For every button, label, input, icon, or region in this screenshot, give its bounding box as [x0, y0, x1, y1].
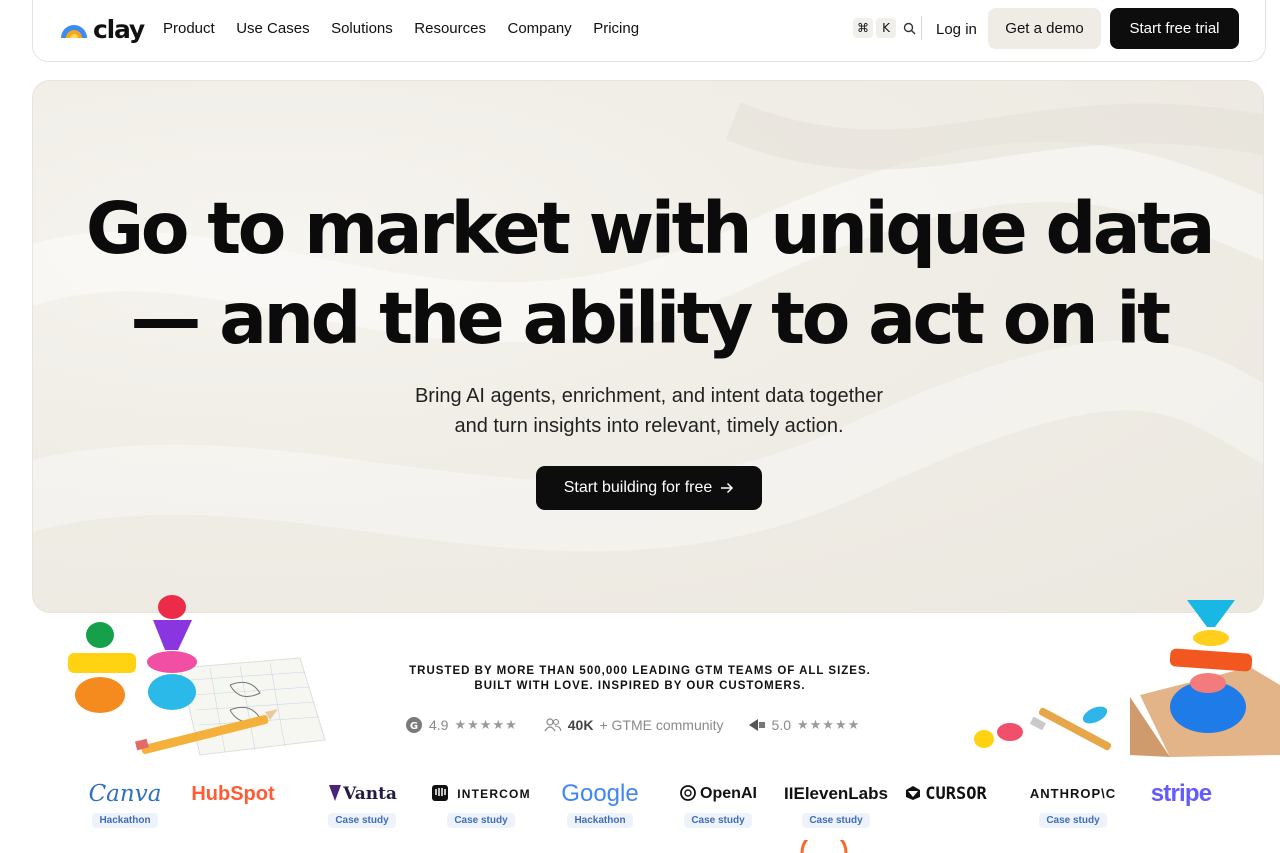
openai-icon: [680, 785, 696, 801]
brand-hubspot[interactable]: HubSpot: [183, 778, 283, 810]
search-shortcut[interactable]: ⌘ K: [853, 18, 919, 38]
orange-circle-decoration: [800, 840, 848, 853]
anthropic-badge: Case study: [1039, 813, 1107, 828]
capterra-icon: [748, 719, 765, 731]
openai-badge: Case study: [684, 813, 752, 828]
nav-pricing[interactable]: Pricing: [593, 20, 639, 37]
cta-label: Start building for free: [563, 479, 713, 496]
vanta-icon: [329, 785, 342, 801]
start-free-trial-button[interactable]: Start free trial: [1110, 8, 1239, 49]
brand-vanta[interactable]: Vanta Case study: [312, 778, 412, 828]
community-label: + GTME community: [599, 717, 724, 733]
top-navbar: clay Product Use Cases Solutions Resourc…: [32, 0, 1266, 62]
nav-company[interactable]: Company: [507, 20, 571, 37]
svg-text:G: G: [410, 721, 418, 732]
intercom-icon: [432, 785, 449, 801]
hubspot-logo: HubSpot: [191, 783, 275, 805]
hero-section: Go to market with unique data — and the …: [32, 80, 1264, 613]
nav-divider: [921, 16, 922, 40]
ratings-row: G 4.9 ★★★★★ 40K + GTME community 5.0 ★★★…: [405, 716, 860, 734]
google-logo: Google: [561, 780, 639, 807]
vanta-logo: Vanta: [312, 778, 412, 810]
headline-line-1: Go to market with unique data: [85, 187, 1216, 270]
hero-subheading: Bring AI agents, enrichment, and intent …: [33, 381, 1263, 441]
nav-use-cases[interactable]: Use Cases: [236, 20, 309, 37]
headline-line-2: — and the ability to act on it: [130, 277, 1171, 360]
clay-logo[interactable]: clay: [59, 14, 145, 44]
canva-logo: Canva: [88, 781, 162, 807]
nav-product[interactable]: Product: [163, 20, 215, 37]
primary-nav: Product Use Cases Solutions Resources Co…: [163, 20, 639, 37]
intercom-logo: INTERCOM: [415, 778, 547, 810]
cursor-logo: CURSOR: [890, 778, 1002, 810]
vanta-badge: Case study: [328, 813, 396, 828]
anthropic-logo: ANTHROP\C: [1029, 786, 1117, 801]
trusted-line-1: TRUSTED BY MORE THAN 500,000 LEADING GTM…: [409, 665, 871, 677]
review-stars: ★★★★★: [797, 717, 861, 732]
openai-logo: OpenAI: [656, 778, 780, 810]
canva-badge: Hackathon: [92, 813, 158, 828]
command-key: ⌘: [853, 18, 873, 38]
intercom-badge: Case study: [447, 813, 515, 828]
start-building-button[interactable]: Start building for free: [536, 466, 762, 510]
trusted-line-2: BUILT WITH LOVE. INSPIRED BY OUR CUSTOME…: [474, 680, 806, 692]
brand-anthropic[interactable]: ANTHROP\C Case study: [1010, 778, 1136, 828]
community-icon: [544, 718, 562, 732]
brand-elevenlabs[interactable]: IIElevenLabs Case study: [766, 778, 906, 828]
customer-logos: Canva Hackathon HubSpot Vanta Case study…: [0, 778, 1280, 838]
brand-openai[interactable]: OpenAI Case study: [656, 778, 780, 828]
nav-solutions[interactable]: Solutions: [331, 20, 393, 37]
subheading-line-2: and turn insights into relevant, timely …: [454, 415, 844, 437]
brand-intercom[interactable]: INTERCOM Case study: [415, 778, 547, 828]
subheading-line-1: Bring AI agents, enrichment, and intent …: [414, 385, 884, 407]
community-count: 40K: [567, 717, 594, 733]
k-key: K: [876, 18, 896, 38]
brand-canva[interactable]: Canva Hackathon: [75, 778, 175, 828]
g2-stars: ★★★★★: [454, 717, 518, 732]
brand-stripe[interactable]: stripe: [1131, 778, 1231, 810]
search-icon[interactable]: [899, 18, 919, 38]
trusted-statement: TRUSTED BY MORE THAN 500,000 LEADING GTM…: [0, 664, 1280, 694]
brand-cursor[interactable]: CURSOR: [890, 778, 1002, 810]
elevenlabs-logo: IIElevenLabs: [784, 784, 888, 803]
google-badge: Hackathon: [567, 813, 633, 828]
elevenlabs-badge: Case study: [802, 813, 870, 828]
g2-icon: G: [406, 717, 422, 733]
nav-resources[interactable]: Resources: [414, 20, 486, 37]
arrow-right-icon: [721, 482, 734, 494]
get-demo-button[interactable]: Get a demo: [988, 8, 1101, 49]
stripe-logo: stripe: [1150, 780, 1212, 807]
clay-logo-icon: [61, 25, 87, 38]
hero-headline: Go to market with unique data — and the …: [33, 184, 1263, 364]
login-link[interactable]: Log in: [936, 21, 977, 38]
review-score: 5.0: [771, 717, 791, 733]
brand-google[interactable]: Google Hackathon: [540, 778, 660, 828]
cursor-icon: [906, 786, 921, 800]
g2-score: 4.9: [429, 717, 449, 733]
logo-wordmark: clay: [93, 14, 145, 44]
